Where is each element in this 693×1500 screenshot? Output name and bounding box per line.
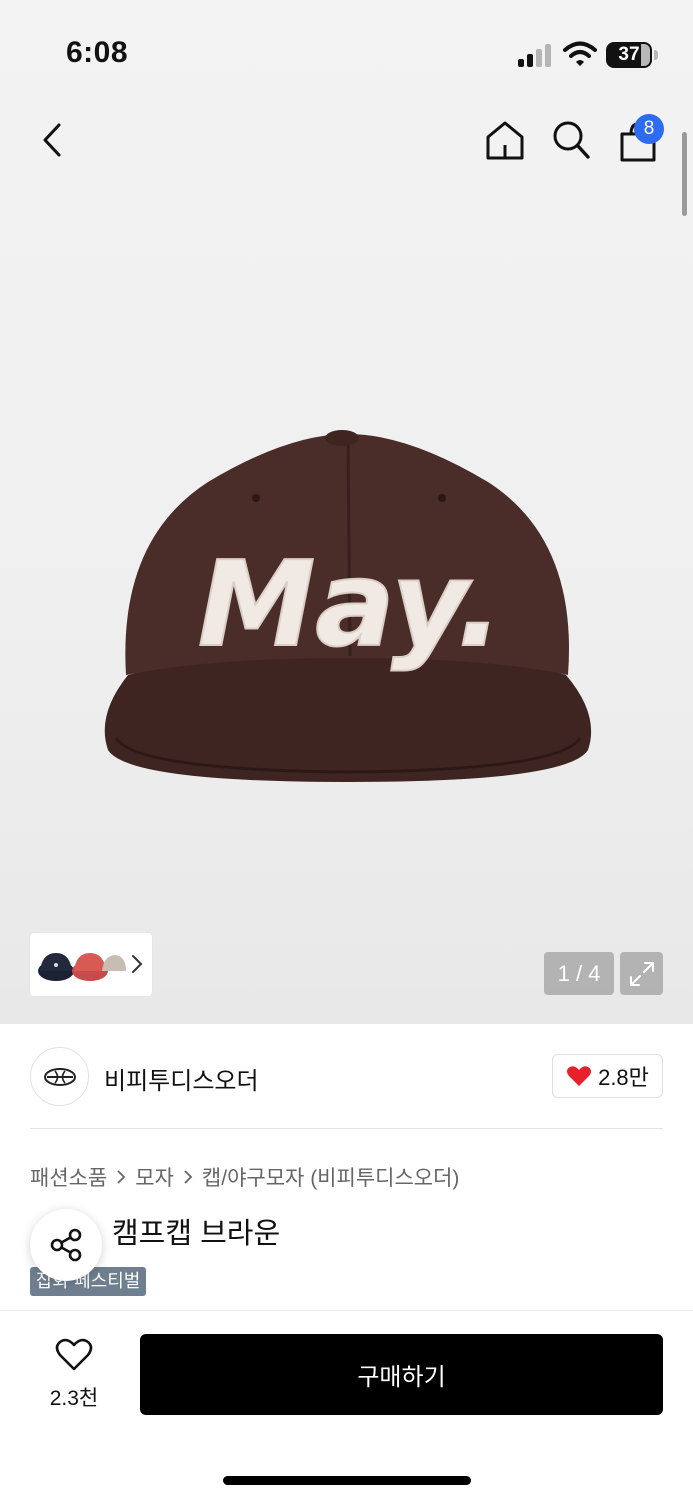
- expand-image-button[interactable]: [620, 952, 663, 995]
- chevron-right-icon: [117, 1170, 126, 1184]
- brand-logo-icon: [43, 1067, 76, 1086]
- chevron-right-icon: [184, 1170, 193, 1184]
- share-icon: [50, 1228, 82, 1262]
- scrollbar[interactable]: [682, 132, 687, 216]
- brand-logo[interactable]: [30, 1047, 89, 1106]
- back-button[interactable]: [32, 118, 72, 162]
- heart-icon: [567, 1066, 592, 1086]
- bottom-bar-divider: [0, 1310, 693, 1311]
- wishlist-button[interactable]: 2.3천: [34, 1338, 114, 1410]
- brand-like-button[interactable]: 2.8만: [552, 1054, 663, 1098]
- brand-like-count: 2.8만: [598, 1065, 649, 1090]
- search-button[interactable]: [548, 116, 594, 164]
- chevron-right-icon: [132, 955, 143, 973]
- cart-count-badge: 8: [634, 114, 664, 144]
- breadcrumb: 패션소품 모자 캡/야구모자 (비피투디스오더): [30, 1162, 459, 1192]
- breadcrumb-item[interactable]: 캡/야구모자 (비피투디스오더): [202, 1162, 460, 1192]
- image-page-counter: 1 / 4: [544, 952, 614, 995]
- expand-icon: [629, 961, 654, 986]
- search-icon: [553, 121, 590, 159]
- product-image: May.: [104, 430, 592, 782]
- divider: [30, 1128, 663, 1129]
- share-button[interactable]: [30, 1209, 102, 1281]
- breadcrumb-item[interactable]: 모자: [135, 1162, 174, 1192]
- wishlist-count: 2.3천: [49, 1387, 99, 1410]
- brand-name[interactable]: 비피투디스오더: [104, 1061, 259, 1096]
- home-icon: [486, 121, 524, 160]
- product-title-text: 캠프캡 브라운: [112, 1218, 281, 1250]
- cap-embroidery-text: May.: [198, 535, 502, 673]
- brand-row[interactable]: 비피투디스오더 2.8만: [30, 1046, 663, 1108]
- cellular-signal-icon: [518, 43, 554, 67]
- wifi-icon: [563, 41, 597, 66]
- battery-level: 37: [618, 44, 640, 65]
- battery-icon: 37: [606, 42, 658, 68]
- home-button[interactable]: [482, 116, 528, 164]
- buy-button[interactable]: 구매하기: [140, 1334, 663, 1415]
- cart-button[interactable]: 8: [614, 114, 664, 164]
- back-icon: [43, 123, 61, 157]
- home-indicator: [223, 1476, 471, 1485]
- breadcrumb-item[interactable]: 패션소품: [30, 1162, 107, 1192]
- product-image-gallery[interactable]: 6:08 37 8 May. 1 / 4: [0, 0, 693, 1024]
- status-time: 6:08: [66, 36, 129, 69]
- color-variants-button[interactable]: [30, 933, 152, 996]
- variant-thumb-beige: [88, 943, 128, 987]
- status-bar: 6:08 37: [0, 0, 693, 110]
- heart-icon: [55, 1338, 93, 1371]
